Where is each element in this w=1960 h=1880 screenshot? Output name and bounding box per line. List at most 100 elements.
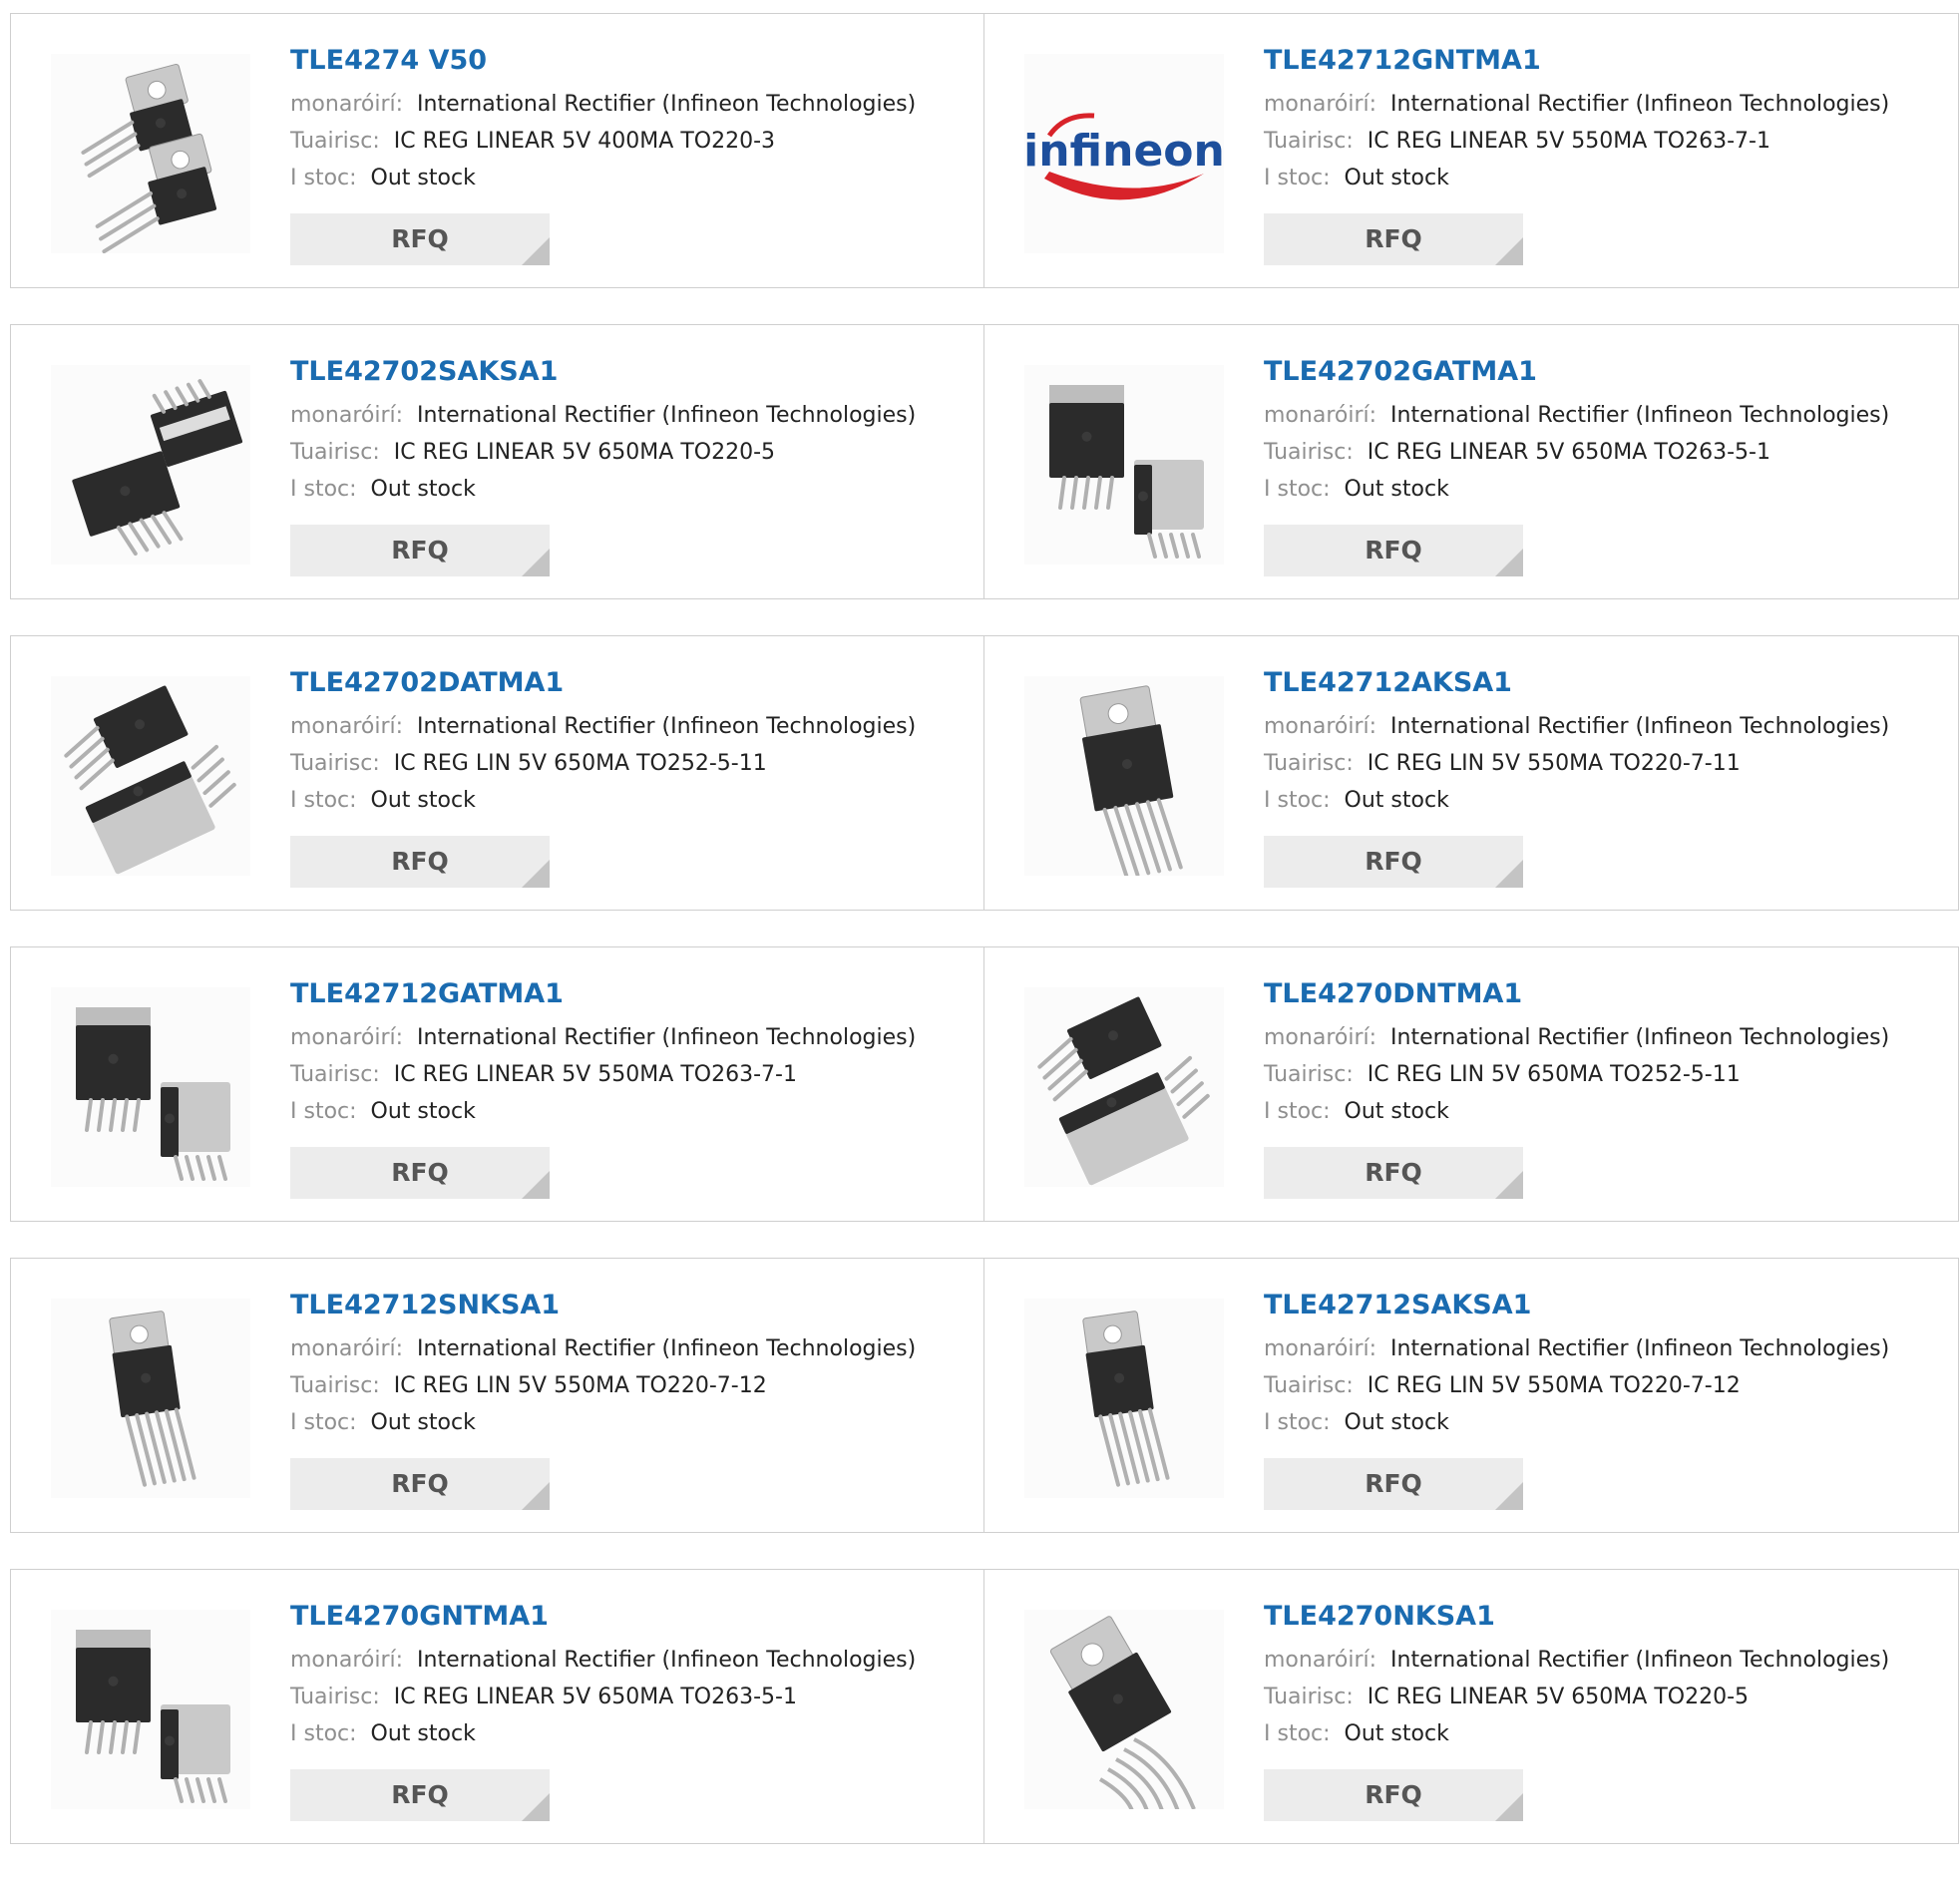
stock-label: I stoc: [290, 788, 357, 813]
corner-fold-icon [522, 549, 550, 576]
rfq-button[interactable]: RFQ [290, 836, 550, 888]
stock-line: I stoc: Out stock [290, 471, 974, 508]
part-number-link[interactable]: TLE4270DNTMA1 [1264, 977, 1948, 1011]
stock-value: Out stock [1344, 1410, 1449, 1435]
stock-value: Out stock [370, 477, 476, 502]
manufacturer-value: International Rectifier (Infineon Techno… [417, 1336, 917, 1361]
manufacturer-label: monaróirí: [1264, 1336, 1377, 1361]
stock-label: I stoc: [1264, 1099, 1331, 1124]
product-info: TLE42712GATMA1 monaróirí: International R… [290, 977, 974, 1130]
product-card: TLE42712SAKSA1 monaróirí: International R… [984, 1258, 1959, 1533]
stock-line: I stoc: Out stock [1264, 1404, 1948, 1441]
product-image[interactable] [1024, 987, 1224, 1187]
part-number-link[interactable]: TLE42712SAKSA1 [1264, 1289, 1948, 1322]
part-number-link[interactable]: TLE42712GNTMA1 [1264, 44, 1948, 78]
description-value: IC REG LINEAR 5V 550MA TO263-7-1 [1367, 129, 1770, 154]
stock-value: Out stock [370, 788, 476, 813]
product-image[interactable] [1024, 1299, 1224, 1498]
part-number-link[interactable]: TLE4270NKSA1 [1264, 1600, 1948, 1634]
manufacturer-label: monaróirí: [290, 714, 404, 739]
stock-value: Out stock [1344, 477, 1449, 502]
product-image[interactable] [51, 1299, 250, 1498]
part-number-link[interactable]: TLE42712AKSA1 [1264, 666, 1948, 700]
product-image[interactable] [51, 987, 250, 1187]
part-number-link[interactable]: TLE42702GATMA1 [1264, 355, 1948, 389]
description-line: Tuairisc: IC REG LIN 5V 650MA TO252-5-11 [290, 745, 974, 782]
stock-label: I stoc: [290, 166, 357, 190]
manufacturer-label: monaróirí: [290, 1025, 404, 1050]
rfq-label: RFQ [1365, 1469, 1422, 1498]
stock-label: I stoc: [290, 477, 357, 502]
description-line: Tuairisc: IC REG LIN 5V 550MA TO220-7-12 [290, 1367, 974, 1404]
manufacturer-line: monaróirí: International Rectifier (Infin… [1264, 86, 1948, 123]
description-label: Tuairisc: [1264, 129, 1354, 154]
product-card: TLE4274 V50 monaróirí: International Rect… [10, 13, 984, 288]
description-line: Tuairisc: IC REG LIN 5V 550MA TO220-7-12 [1264, 1367, 1948, 1404]
corner-fold-icon [522, 1482, 550, 1510]
part-number-link[interactable]: TLE4274 V50 [290, 44, 974, 78]
rfq-button[interactable]: RFQ [290, 1458, 550, 1510]
stock-value: Out stock [1344, 166, 1449, 190]
product-info: TLE42702SAKSA1 monaróirí: International R… [290, 355, 974, 508]
product-info: TLE42712AKSA1 monaróirí: International Re… [1264, 666, 1948, 819]
product-image[interactable] [1024, 365, 1224, 564]
corner-fold-icon [1495, 549, 1523, 576]
part-number-link[interactable]: TLE42712SNKSA1 [290, 1289, 974, 1322]
manufacturer-value: International Rectifier (Infineon Techno… [417, 403, 917, 428]
rfq-button[interactable]: RFQ [1264, 1458, 1523, 1510]
rfq-button[interactable]: RFQ [1264, 1147, 1523, 1199]
product-image[interactable] [51, 676, 250, 876]
description-value: IC REG LIN 5V 550MA TO220-7-12 [393, 1373, 767, 1398]
product-image[interactable] [1024, 676, 1224, 876]
rfq-button[interactable]: RFQ [290, 1769, 550, 1821]
part-number-link[interactable]: TLE42712GATMA1 [290, 977, 974, 1011]
manufacturer-value: International Rectifier (Infineon Techno… [1390, 1648, 1890, 1673]
corner-fold-icon [1495, 1171, 1523, 1199]
rfq-button[interactable]: RFQ [290, 213, 550, 265]
product-card: TLE42702DATMA1 monaróirí: International R… [10, 635, 984, 911]
stock-value: Out stock [1344, 1721, 1449, 1746]
manufacturer-value: International Rectifier (Infineon Techno… [417, 714, 917, 739]
rfq-button[interactable]: RFQ [290, 525, 550, 576]
description-line: Tuairisc: IC REG LINEAR 5V 650MA TO220-5 [290, 434, 974, 471]
product-image[interactable] [51, 365, 250, 564]
rfq-button[interactable]: RFQ [1264, 1769, 1523, 1821]
description-label: Tuairisc: [290, 751, 380, 776]
manufacturer-label: monaróirí: [290, 1648, 404, 1673]
product-image[interactable]: infineon [1024, 54, 1224, 253]
description-value: IC REG LINEAR 5V 650MA TO263-5-1 [1367, 440, 1770, 465]
stock-label: I stoc: [1264, 1721, 1331, 1746]
rfq-label: RFQ [391, 536, 449, 564]
part-number-link[interactable]: TLE42702DATMA1 [290, 666, 974, 700]
product-image[interactable] [1024, 1610, 1224, 1809]
manufacturer-line: monaróirí: International Rectifier (Infin… [290, 1330, 974, 1367]
manufacturer-value: International Rectifier (Infineon Techno… [1390, 714, 1890, 739]
description-line: Tuairisc: IC REG LIN 5V 550MA TO220-7-11 [1264, 745, 1948, 782]
description-label: Tuairisc: [290, 1062, 380, 1087]
stock-line: I stoc: Out stock [290, 160, 974, 196]
product-row: TLE4274 V50 monaróirí: International Rect… [10, 13, 1960, 288]
manufacturer-label: monaróirí: [1264, 1648, 1377, 1673]
stock-value: Out stock [370, 1721, 476, 1746]
product-image[interactable] [51, 54, 250, 253]
rfq-button[interactable]: RFQ [1264, 525, 1523, 576]
corner-fold-icon [522, 237, 550, 265]
stock-label: I stoc: [290, 1721, 357, 1746]
description-label: Tuairisc: [290, 129, 380, 154]
rfq-label: RFQ [1365, 1780, 1422, 1809]
product-card: infineon TLE42712GNTMA1 monaróirí: Intern… [984, 13, 1959, 288]
product-image[interactable] [51, 1610, 250, 1809]
product-card: TLE42702SAKSA1 monaróirí: International R… [10, 324, 984, 599]
manufacturer-line: monaróirí: International Rectifier (Infin… [1264, 397, 1948, 434]
product-info: TLE4270DNTMA1 monaróirí: International Re… [1264, 977, 1948, 1130]
rfq-button[interactable]: RFQ [1264, 213, 1523, 265]
rfq-button[interactable]: RFQ [1264, 836, 1523, 888]
rfq-button[interactable]: RFQ [290, 1147, 550, 1199]
description-label: Tuairisc: [1264, 751, 1354, 776]
part-number-link[interactable]: TLE42702SAKSA1 [290, 355, 974, 389]
rfq-label: RFQ [1365, 1158, 1422, 1187]
corner-fold-icon [522, 860, 550, 888]
part-number-link[interactable]: TLE4270GNTMA1 [290, 1600, 974, 1634]
product-info: TLE42712SNKSA1 monaróirí: International R… [290, 1289, 974, 1441]
stock-label: I stoc: [290, 1099, 357, 1124]
